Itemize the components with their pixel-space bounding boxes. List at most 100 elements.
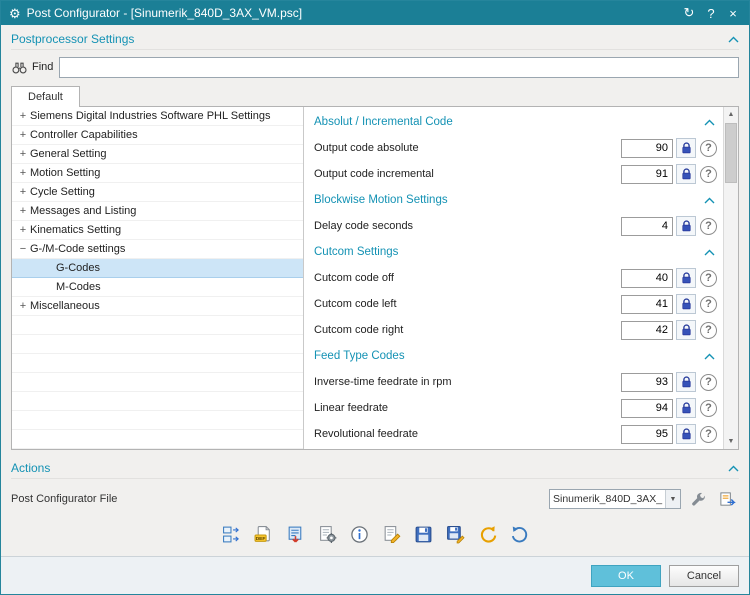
dropdown-arrow-icon[interactable]: ▼ — [665, 490, 680, 508]
collapse-group-icon[interactable] — [704, 119, 717, 126]
actions-header: Actions — [11, 458, 739, 479]
collapse-group-icon[interactable] — [704, 353, 717, 360]
group-header[interactable]: Absolut / Incremental Code — [314, 109, 717, 135]
lock-icon[interactable] — [676, 164, 696, 184]
collapse-icon[interactable]: − — [16, 243, 30, 255]
cancel-button[interactable]: Cancel — [669, 565, 739, 587]
setting-value-input[interactable] — [621, 217, 673, 236]
tree-item[interactable]: +Controller Capabilities — [12, 126, 303, 145]
refresh-icon[interactable]: ↻ — [679, 5, 699, 21]
expand-icon[interactable]: + — [16, 167, 30, 179]
setting-row: Output code absolute? — [314, 135, 717, 161]
setting-value-input[interactable] — [621, 425, 673, 444]
lock-icon[interactable] — [676, 268, 696, 288]
file-controls: Sinumerik_840D_3AX_ ▼ — [549, 488, 739, 510]
tree-item[interactable]: +Siemens Digital Industries Software PHL… — [12, 107, 303, 126]
tree-item[interactable]: +Motion Setting — [12, 164, 303, 183]
tree-item[interactable]: +Cycle Setting — [12, 183, 303, 202]
group-header[interactable]: Cutcom Settings — [314, 239, 717, 265]
lock-icon[interactable] — [676, 216, 696, 236]
help-icon[interactable]: ? — [700, 374, 717, 391]
help-icon[interactable]: ? — [700, 140, 717, 157]
wrench-icon[interactable] — [686, 488, 710, 510]
tree-item[interactable]: +Kinematics Setting — [12, 221, 303, 240]
expand-icon[interactable]: + — [16, 186, 30, 198]
tree-item-label: M-Codes — [56, 281, 101, 293]
definition-file-icon[interactable]: DEF — [250, 521, 276, 547]
setting-value-input[interactable] — [621, 321, 673, 340]
expand-icon[interactable]: + — [16, 129, 30, 141]
help-icon[interactable]: ? — [700, 426, 717, 443]
setting-row: Delay code seconds? — [314, 213, 717, 239]
post-file-dropdown[interactable]: Sinumerik_840D_3AX_ ▼ — [549, 489, 681, 509]
expand-icon[interactable]: + — [16, 148, 30, 160]
save-as-icon[interactable] — [442, 521, 468, 547]
scroll-up-icon[interactable]: ▲ — [724, 107, 738, 122]
check-file-icon[interactable] — [378, 521, 404, 547]
setting-value-input[interactable] — [621, 269, 673, 288]
settings-tree: +Siemens Digital Industries Software PHL… — [12, 107, 304, 449]
help-icon[interactable]: ? — [700, 322, 717, 339]
scrollbar-thumb[interactable] — [725, 123, 737, 183]
setting-value-input[interactable] — [621, 295, 673, 314]
collapse-group-icon[interactable] — [704, 197, 717, 204]
help-icon[interactable]: ? — [700, 270, 717, 287]
setting-label: Inverse-time feedrate in rpm — [314, 376, 621, 388]
help-icon[interactable]: ? — [700, 218, 717, 235]
window-title: Post Configurator - [Sinumerik_840D_3AX_… — [27, 6, 677, 20]
compare-settings-icon[interactable] — [218, 521, 244, 547]
settings-panel-wrap: Absolut / Incremental CodeOutput code ab… — [304, 107, 738, 449]
scroll-down-icon[interactable]: ▼ — [724, 434, 738, 449]
tree-item-label: Messages and Listing — [30, 205, 136, 217]
tree-item[interactable]: −G-/M-Code settings — [12, 240, 303, 259]
tree-empty-row — [12, 373, 303, 392]
setting-row: Output code incremental? — [314, 161, 717, 187]
group-header[interactable]: Feed Type Codes — [314, 343, 717, 369]
lock-icon[interactable] — [676, 372, 696, 392]
tree-item[interactable]: M-Codes — [12, 278, 303, 297]
settings-file-icon[interactable] — [314, 521, 340, 547]
export-settings-icon[interactable] — [282, 521, 308, 547]
lock-icon[interactable] — [676, 398, 696, 418]
setting-value-input[interactable] — [621, 165, 673, 184]
post-configurator-file-row: Post Configurator File Sinumerik_840D_3A… — [11, 487, 739, 511]
expand-icon[interactable]: + — [16, 224, 30, 236]
expand-icon[interactable]: + — [16, 300, 30, 312]
save-icon[interactable] — [410, 521, 436, 547]
tree-item[interactable]: +Messages and Listing — [12, 202, 303, 221]
tab-default[interactable]: Default — [11, 86, 80, 107]
lock-icon[interactable] — [676, 424, 696, 444]
tree-item-label: Cycle Setting — [30, 186, 95, 198]
expand-icon[interactable]: + — [16, 110, 30, 122]
tree-item-label: Kinematics Setting — [30, 224, 121, 236]
close-icon[interactable]: × — [723, 6, 743, 21]
info-icon[interactable] — [346, 521, 372, 547]
tree-item[interactable]: +Miscellaneous — [12, 297, 303, 316]
setting-value-input[interactable] — [621, 373, 673, 392]
tree-item[interactable]: G-Codes — [12, 259, 303, 278]
undo-icon[interactable] — [506, 521, 532, 547]
setting-value-input[interactable] — [621, 399, 673, 418]
help-icon[interactable]: ? — [701, 6, 721, 21]
group-header[interactable]: Blockwise Motion Settings — [314, 187, 717, 213]
find-input[interactable] — [59, 57, 739, 78]
ok-button[interactable]: OK — [591, 565, 661, 587]
titlebar: ⚙ Post Configurator - [Sinumerik_840D_3A… — [1, 1, 749, 25]
tree-item[interactable]: +General Setting — [12, 145, 303, 164]
vertical-scrollbar[interactable]: ▲ ▼ — [723, 107, 738, 449]
collapse-actions-icon[interactable] — [728, 465, 739, 472]
help-icon[interactable]: ? — [700, 400, 717, 417]
help-icon[interactable]: ? — [700, 296, 717, 313]
collapse-section-icon[interactable] — [728, 36, 739, 43]
setting-value-input[interactable] — [621, 139, 673, 158]
edit-post-file-icon[interactable] — [715, 488, 739, 510]
tree-empty-row — [12, 354, 303, 373]
tree-item-label: G-/M-Code settings — [30, 243, 125, 255]
lock-icon[interactable] — [676, 294, 696, 314]
help-icon[interactable]: ? — [700, 166, 717, 183]
expand-icon[interactable]: + — [16, 205, 30, 217]
lock-icon[interactable] — [676, 138, 696, 158]
revert-icon[interactable] — [474, 521, 500, 547]
lock-icon[interactable] — [676, 320, 696, 340]
collapse-group-icon[interactable] — [704, 249, 717, 256]
